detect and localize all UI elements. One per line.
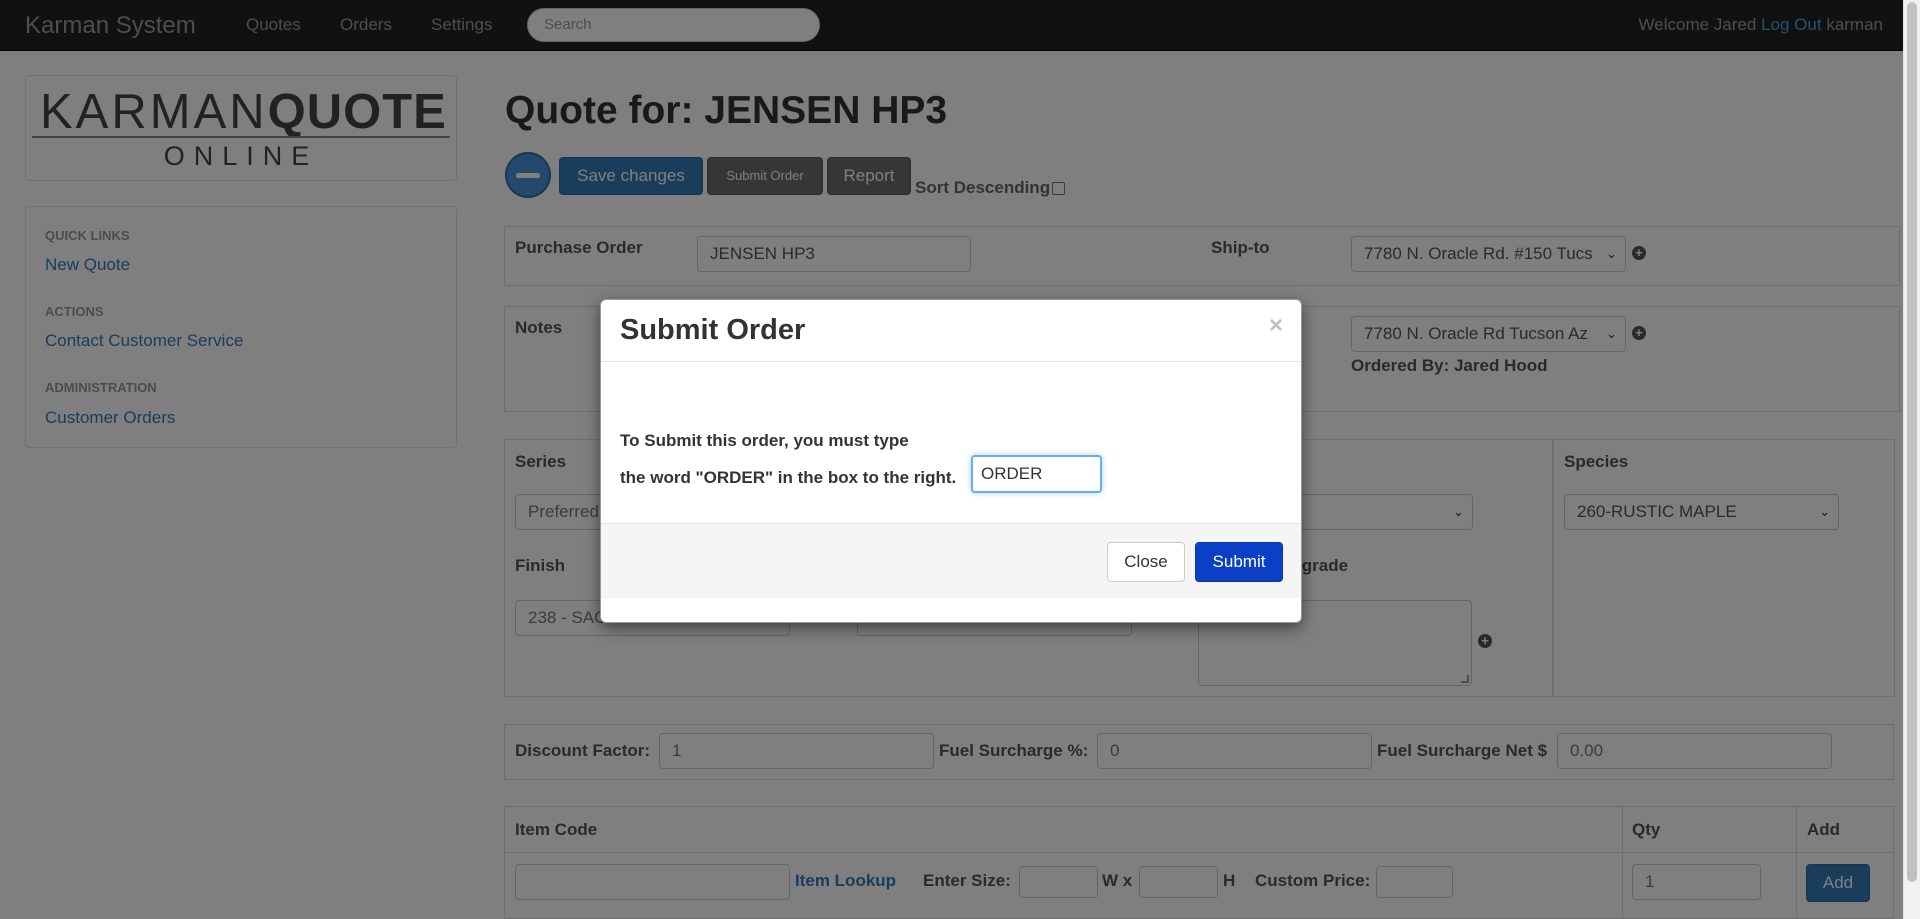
page-scrollbar[interactable]	[1903, 0, 1920, 919]
confirm-order-input[interactable]: ORDER	[971, 455, 1102, 493]
modal-title: Submit Order	[620, 314, 806, 346]
modal-footer: Close Submit	[601, 523, 1301, 598]
submit-button[interactable]: Submit	[1195, 542, 1283, 582]
submit-order-modal: Submit Order × To Submit this order, you…	[600, 299, 1302, 623]
modal-instruction-line1: To Submit this order, you must type	[620, 431, 909, 450]
close-button[interactable]: Close	[1107, 542, 1185, 582]
close-icon[interactable]: ×	[1269, 312, 1283, 340]
scrollbar-thumb[interactable]	[1907, 2, 1917, 882]
modal-instruction-line2: the word "ORDER" in the box to the right…	[620, 468, 957, 487]
modal-header: Submit Order ×	[601, 300, 1301, 362]
